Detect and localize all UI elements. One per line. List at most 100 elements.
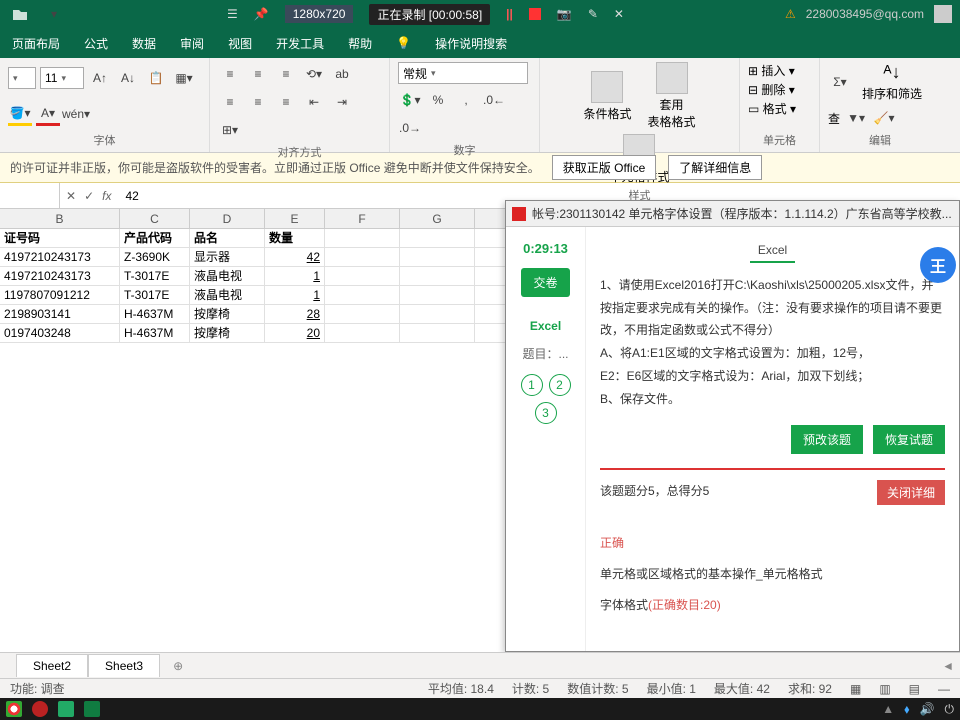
record-icon[interactable] xyxy=(32,701,48,717)
autosum-icon[interactable]: Σ▾ xyxy=(828,70,852,94)
delete-cells-button[interactable]: ⊟ 删除 ▾ xyxy=(748,81,795,98)
align-top-icon[interactable]: ≡ xyxy=(218,62,242,86)
ribbon-tabs: 页面布局 公式 数据 审阅 视图 开发工具 帮助 💡 操作说明搜索 xyxy=(0,28,960,58)
align-right-icon[interactable]: ≡ xyxy=(274,90,298,114)
decrease-font-icon[interactable]: A↓ xyxy=(116,66,140,90)
zoom-out-icon[interactable]: — xyxy=(938,682,950,696)
tray-volume-icon[interactable]: 🔊 xyxy=(920,702,935,716)
camera-icon[interactable]: 📷 xyxy=(557,7,572,21)
avatar[interactable] xyxy=(934,5,952,23)
clear-icon[interactable]: 🧹▾ xyxy=(872,106,896,130)
conditional-format-button[interactable]: 条件格式 xyxy=(577,71,637,122)
increase-font-icon[interactable]: A↑ xyxy=(88,66,112,90)
account-email[interactable]: 2280038495@qq.com xyxy=(806,7,924,21)
insert-cells-button[interactable]: ⊞ 插入 ▾ xyxy=(748,62,795,79)
fx-icon[interactable]: fx xyxy=(102,189,111,203)
qat-dropdown-icon[interactable]: ▾ xyxy=(42,2,66,26)
tab-view[interactable]: 视图 xyxy=(228,35,252,52)
tray-up-icon[interactable]: ▲ xyxy=(882,702,894,716)
sheet-tab-3[interactable]: Sheet3 xyxy=(88,654,160,677)
tellme-search[interactable]: 操作说明搜索 xyxy=(435,35,507,52)
pin-icon[interactable]: 📌 xyxy=(254,7,269,21)
inc-decimal-icon[interactable]: .0← xyxy=(482,88,506,112)
hscroll-left-icon[interactable]: ◄ xyxy=(942,659,954,673)
pen-icon[interactable]: ✎ xyxy=(588,7,598,21)
dec-decimal-icon[interactable]: .0→ xyxy=(398,116,422,140)
status-min: 最小值: 1 xyxy=(647,680,696,697)
view-normal-icon[interactable]: ▦ xyxy=(850,682,861,696)
warning-text: 的许可证并非正版，你可能是盗版软件的受害者。立即通过正版 Office 避免中断… xyxy=(10,159,540,176)
align-middle-icon[interactable]: ≡ xyxy=(246,62,270,86)
find-button[interactable]: 查 xyxy=(828,110,840,127)
close-recorder-icon[interactable]: ✕ xyxy=(614,7,624,21)
table-format-button[interactable]: 套用 表格格式 xyxy=(642,62,702,130)
tab-data[interactable]: 数据 xyxy=(132,35,156,52)
indent-dec-icon[interactable]: ⇤ xyxy=(302,90,326,114)
indent-inc-icon[interactable]: ⇥ xyxy=(330,90,354,114)
font-name-combo[interactable]: ▾ xyxy=(8,67,36,89)
open-icon[interactable] xyxy=(8,2,32,26)
merge-icon[interactable]: ⊞▾ xyxy=(218,118,242,142)
border-icon[interactable]: ▦▾ xyxy=(172,66,196,90)
phonetic-icon[interactable]: wén▾ xyxy=(64,102,88,126)
accounting-icon[interactable]: 💲▾ xyxy=(398,88,422,112)
exam-panel: 帐号:2301130142 单元格字体设置（程序版本：1.1.114.2）广东省… xyxy=(505,200,960,652)
status-ready: 功能: 调查 xyxy=(10,680,65,697)
cancel-formula-icon[interactable]: ✕ xyxy=(66,189,76,203)
tab-help[interactable]: 帮助 xyxy=(348,35,372,52)
excel-taskbar-icon[interactable] xyxy=(84,701,100,717)
percent-icon[interactable]: % xyxy=(426,88,450,112)
chrome-icon[interactable] xyxy=(6,701,22,717)
paste-icon[interactable]: 📋 xyxy=(144,66,168,90)
question-nav-2[interactable]: 2 xyxy=(549,374,571,396)
question-text-1: 1、请使用Excel2016打开C:\Kaoshi\xls\25000205.x… xyxy=(600,274,945,342)
question-nav-1[interactable]: 1 xyxy=(521,374,543,396)
pause-icon[interactable]: || xyxy=(506,7,513,21)
submit-exam-button[interactable]: 交卷 xyxy=(521,268,569,297)
sort-filter-button[interactable]: ᴬ↓排序和筛选 xyxy=(856,62,928,102)
view-break-icon[interactable]: ▤ xyxy=(909,682,920,696)
font-size-combo[interactable]: 11▾ xyxy=(40,67,84,89)
learn-more-button[interactable]: 了解详细信息 xyxy=(668,155,762,180)
tray-power-icon[interactable]: ⏻ xyxy=(945,702,955,717)
app-icon[interactable] xyxy=(58,701,74,717)
view-layout-icon[interactable]: ▥ xyxy=(879,682,890,696)
get-genuine-button[interactable]: 获取正版 Office xyxy=(552,155,656,180)
sheet-tabs: Sheet2 Sheet3 ⊕ ◄ xyxy=(0,652,960,678)
number-format-combo[interactable]: 常规▾ xyxy=(398,62,528,84)
restore-button[interactable]: 恢复试题 xyxy=(873,425,945,454)
stop-icon[interactable] xyxy=(529,8,541,20)
status-bar: 功能: 调查 平均值: 18.4 计数: 5 数值计数: 5 最小值: 1 最大… xyxy=(0,678,960,698)
tab-review[interactable]: 审阅 xyxy=(180,35,204,52)
tab-layout[interactable]: 页面布局 xyxy=(12,35,60,52)
format-cells-button[interactable]: ▭ 格式 ▾ xyxy=(748,100,796,117)
question-nav-3[interactable]: 3 xyxy=(535,402,557,424)
pregrade-button[interactable]: 预改该题 xyxy=(791,425,863,454)
align-center-icon[interactable]: ≡ xyxy=(246,90,270,114)
sheet-tab-2[interactable]: Sheet2 xyxy=(16,654,88,677)
warning-icon: ⚠ xyxy=(785,7,796,21)
add-sheet-button[interactable]: ⊕ xyxy=(166,654,190,678)
detail-line-2b: (正确数目:20) xyxy=(648,598,721,612)
exam-title: 帐号:2301130142 单元格字体设置（程序版本：1.1.114.2）广东省… xyxy=(532,205,952,222)
align-left-icon[interactable]: ≡ xyxy=(218,90,242,114)
tab-formula[interactable]: 公式 xyxy=(84,35,108,52)
wrap-text-icon[interactable]: ab xyxy=(330,62,354,86)
assistant-fab[interactable]: 王 xyxy=(920,247,956,283)
font-color-icon[interactable]: A▾ xyxy=(36,102,60,126)
tab-dev[interactable]: 开发工具 xyxy=(276,35,324,52)
confirm-formula-icon[interactable]: ✓ xyxy=(84,189,94,203)
comma-icon[interactable]: , xyxy=(454,88,478,112)
hamburger-icon[interactable]: ☰ xyxy=(227,7,238,21)
exam-titlebar[interactable]: 帐号:2301130142 单元格字体设置（程序版本：1.1.114.2）广东省… xyxy=(506,201,959,227)
fill-down-icon[interactable]: ▼▾ xyxy=(844,106,868,130)
align-bottom-icon[interactable]: ≡ xyxy=(274,62,298,86)
group-label-font: 字体 xyxy=(8,130,201,148)
fill-color-icon[interactable]: 🪣▾ xyxy=(8,102,32,126)
name-box[interactable] xyxy=(0,183,60,208)
close-detail-button[interactable]: 关闭详细 xyxy=(877,480,945,505)
question-text-a: A、将A1:E1区域的文字格式设置为：加粗，12号， xyxy=(600,342,945,365)
exam-tab-excel[interactable]: Excel xyxy=(750,243,795,263)
orientation-icon[interactable]: ⟲▾ xyxy=(302,62,326,86)
tray-bluetooth-icon[interactable]: ⬧ xyxy=(904,702,909,717)
